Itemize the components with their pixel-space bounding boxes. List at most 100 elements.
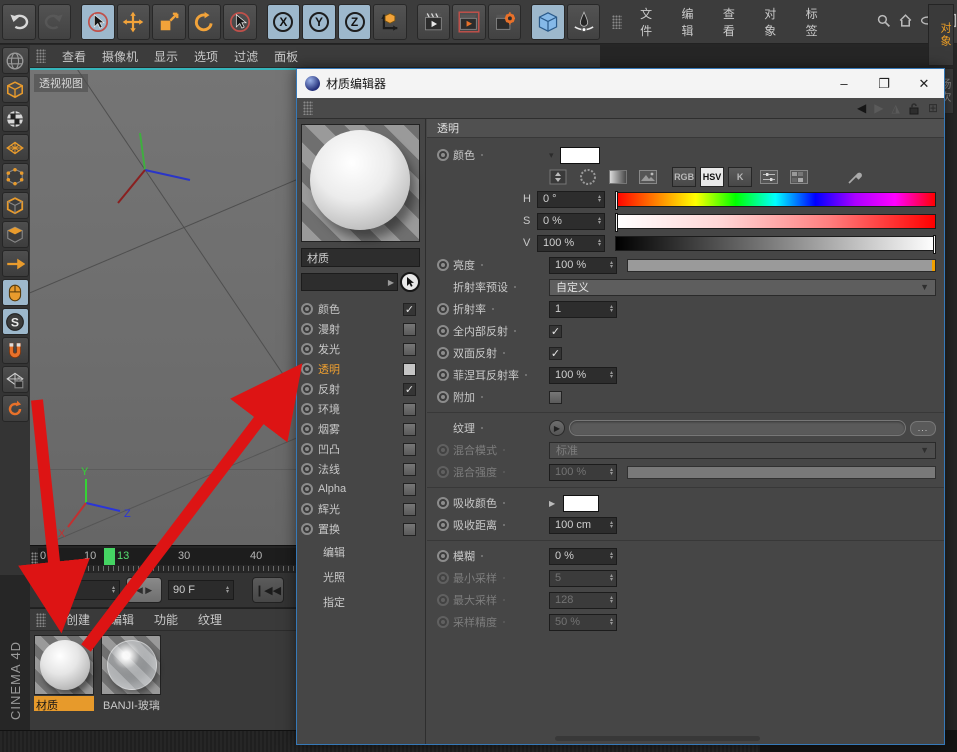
channel-checkbox[interactable] — [403, 483, 416, 496]
window-titlebar[interactable]: 材质编辑器 – ❐ ✕ — [297, 69, 944, 98]
channel-label[interactable]: 漫射 — [318, 321, 398, 337]
tab-objects-vertical[interactable]: 对象 — [928, 4, 954, 66]
channel-checkbox[interactable] — [403, 403, 416, 416]
absorption-color-swatch[interactable] — [563, 495, 599, 512]
material-preview[interactable] — [301, 124, 420, 242]
absorption-distance-field[interactable]: 100 cm▴▾ — [549, 517, 617, 534]
channel-label[interactable]: 反射 — [318, 381, 398, 397]
menu-1[interactable]: 编辑 — [682, 5, 705, 39]
spinner-icon[interactable]: ▴▾ — [598, 217, 601, 225]
channel-label[interactable]: 凹凸 — [318, 441, 398, 457]
spinner-icon[interactable]: ▴▾ — [610, 305, 613, 313]
horizontal-scrollbar[interactable] — [555, 736, 760, 741]
texture-field[interactable] — [569, 420, 906, 436]
spinner-icon[interactable]: ▴▾ — [610, 468, 613, 476]
render-settings-button[interactable] — [488, 4, 522, 40]
coordinate-system-button[interactable] — [373, 4, 407, 40]
viewport-nav-button[interactable] — [2, 279, 29, 306]
mix-mode-dropdown[interactable]: 标准▼ — [549, 442, 936, 459]
back-arrow-icon[interactable]: ◀ — [857, 101, 866, 115]
axis-x-lock-button[interactable]: X — [267, 4, 301, 40]
mode-hsv-button[interactable]: HSV — [700, 167, 724, 187]
hsv-S-field[interactable]: 0 %▴▾ — [537, 213, 605, 230]
menu-2[interactable]: 查看 — [723, 5, 746, 39]
min-samples-enable-dot[interactable] — [437, 572, 449, 584]
channel-checkbox[interactable] — [403, 503, 416, 516]
channel-enable-dot[interactable] — [301, 303, 313, 315]
texture-expand-button[interactable]: ▶ — [549, 420, 565, 436]
spinner-icon[interactable]: ▴▾ — [610, 596, 613, 604]
workplane-mode-button[interactable] — [2, 134, 29, 161]
move-button[interactable] — [117, 4, 151, 40]
magnet-button[interactable] — [2, 337, 29, 364]
minimize-button[interactable]: – — [824, 69, 864, 98]
hsv-S-bar[interactable] — [615, 214, 936, 229]
absorption-distance-enable-dot[interactable] — [437, 519, 449, 531]
channel-row-环境[interactable]: 环境 — [301, 399, 422, 419]
additive-checkbox[interactable] — [549, 391, 562, 404]
new-window-icon[interactable]: ⊞ — [928, 101, 938, 115]
texture-mode-button[interactable] — [2, 105, 29, 132]
home-icon[interactable] — [898, 13, 913, 31]
channel-row-发光[interactable]: 发光 — [301, 339, 422, 359]
spinner-icon[interactable]: ▴▾ — [598, 239, 601, 247]
hsv-H-handle[interactable] — [615, 191, 618, 210]
spline-pen-button[interactable] — [567, 4, 601, 40]
spinner-icon[interactable]: ▴▾ — [598, 195, 601, 203]
channel-row-法线[interactable]: 法线 — [301, 459, 422, 479]
channel-enable-dot[interactable] — [301, 383, 313, 395]
refraction-preset-dropdown[interactable]: 自定义▼ — [549, 279, 936, 296]
blurriness-enable-dot[interactable] — [437, 550, 449, 562]
channel-label[interactable]: 置换 — [318, 521, 398, 537]
spinner-icon[interactable]: ▴▾ — [610, 618, 613, 626]
render-view-button[interactable] — [417, 4, 451, 40]
channel-row-Alpha[interactable]: Alpha — [301, 479, 422, 499]
axis-z-lock-button[interactable]: Z — [338, 4, 372, 40]
material-name-label[interactable]: BANJI-玻璃 — [101, 696, 161, 711]
sample-accuracy-enable-dot[interactable] — [437, 616, 449, 628]
channel-row-凹凸[interactable]: 凹凸 — [301, 439, 422, 459]
channel-checkbox[interactable] — [403, 463, 416, 476]
fresnel-reflectivity-field[interactable]: 100 %▴▾ — [549, 367, 617, 384]
end-frame-field[interactable]: 90 F▴▾ — [168, 580, 234, 600]
channel-enable-dot[interactable] — [301, 463, 313, 475]
brightness-field[interactable]: 100 %▴▾ — [549, 257, 617, 274]
viewport-menu-4[interactable]: 过滤 — [234, 48, 258, 65]
refraction-field[interactable]: 1▴▾ — [549, 301, 617, 318]
quantize-button[interactable] — [2, 395, 29, 422]
mix-mode-enable-dot[interactable] — [437, 444, 449, 456]
menu-0[interactable]: 文件 — [640, 5, 663, 39]
preview-refresh-button[interactable] — [400, 272, 420, 292]
channel-enable-dot[interactable] — [301, 403, 313, 415]
rotate-button[interactable] — [188, 4, 222, 40]
material-name-label[interactable]: 材质 — [34, 696, 94, 711]
brightness-slider[interactable] — [627, 259, 936, 272]
max-samples-field[interactable]: 128▴▾ — [549, 592, 617, 609]
channel-checkbox[interactable] — [403, 523, 416, 536]
double-sided-reflection-checkbox[interactable]: ✓ — [549, 347, 562, 360]
redo-button[interactable] — [38, 4, 72, 40]
channel-label[interactable]: 颜色 — [318, 301, 398, 317]
menu-overflow-icon[interactable]: path d="M2 2 L8 7 L2 12 Z" fill="#bbb"/> — [847, 13, 862, 31]
viewport-menu-0[interactable]: 查看 — [62, 48, 86, 65]
drag-handle-icon[interactable] — [612, 15, 622, 29]
triangle-icon[interactable]: ▶ — [549, 499, 555, 508]
drag-handle-icon[interactable] — [36, 49, 46, 63]
menu-4[interactable]: 标签 — [806, 5, 829, 39]
gradient-box-icon[interactable] — [605, 167, 631, 187]
hsv-V-field[interactable]: 100 %▴▾ — [537, 235, 605, 252]
min-samples-field[interactable]: 5▴▾ — [549, 570, 617, 587]
drag-handle-icon[interactable] — [303, 101, 313, 115]
spinner-icon[interactable]: ▴▾ — [610, 574, 613, 582]
color-swatch[interactable] — [560, 147, 600, 164]
spinner-icon[interactable]: ▴▾ — [112, 586, 115, 594]
matmgr-menu-1[interactable]: 编辑 — [110, 611, 134, 628]
last-tool-button[interactable] — [223, 4, 257, 40]
channel-label[interactable]: 发光 — [318, 341, 398, 357]
lock-icon[interactable] — [908, 102, 920, 115]
channel-row-透明[interactable]: 透明 — [301, 359, 422, 379]
slider-settings-icon[interactable] — [756, 167, 782, 187]
channel-label[interactable]: 法线 — [318, 461, 398, 477]
mix-strength-field[interactable]: 100 %▴▾ — [549, 464, 617, 481]
add-cube-button[interactable] — [531, 4, 565, 40]
